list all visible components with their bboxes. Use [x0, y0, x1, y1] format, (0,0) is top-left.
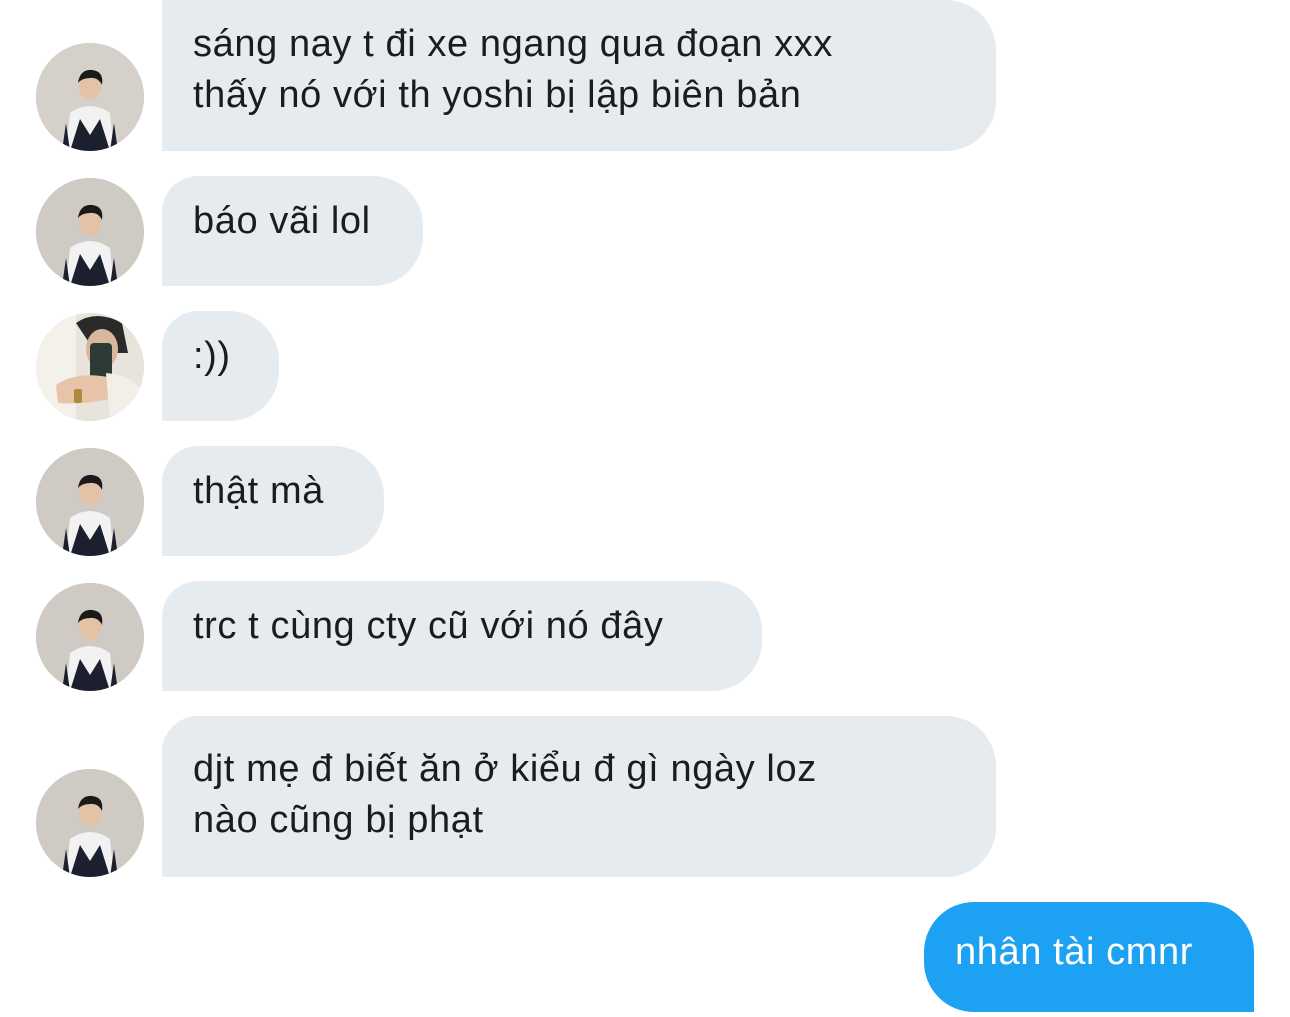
avatar-friend-a[interactable]	[36, 583, 144, 691]
avatar-person-jacket-icon	[36, 583, 144, 691]
message-line: djt mẹ đ biết ăn ở kiểu đ gì ngày loz	[193, 748, 817, 790]
avatar-person-jacket-icon	[36, 43, 144, 151]
avatar-friend-a[interactable]	[36, 448, 144, 556]
avatar-friend-a[interactable]	[36, 769, 144, 877]
message-bubble-incoming[interactable]: báo vãi lol	[162, 176, 423, 286]
message-line: thấy nó với th yoshi bị lập biên bản	[193, 74, 802, 116]
avatar-person-jacket-icon	[36, 178, 144, 286]
avatar-friend-a[interactable]	[36, 178, 144, 286]
message-bubble-outgoing[interactable]: nhân tài cmnr	[924, 902, 1254, 1012]
conversation-thread[interactable]: sáng nay t đi xe ngang qua đoạn xxx thấy…	[0, 0, 1290, 1017]
message-line: báo vãi lol	[193, 200, 371, 242]
avatar-mirror-selfie-icon	[36, 313, 144, 421]
avatar-friend-b[interactable]	[36, 313, 144, 421]
message-line: nào cũng bị phạt	[193, 799, 484, 841]
message-bubble-incoming[interactable]: trc t cùng cty cũ với nó đây	[162, 581, 762, 691]
message-bubble-incoming[interactable]: :))	[162, 311, 279, 421]
avatar-friend-a[interactable]	[36, 43, 144, 151]
message-line: thật mà	[193, 470, 324, 512]
message-bubble-incoming[interactable]: djt mẹ đ biết ăn ở kiểu đ gì ngày loz nà…	[162, 716, 996, 877]
message-bubble-incoming[interactable]: thật mà	[162, 446, 384, 556]
avatar-person-jacket-icon	[36, 448, 144, 556]
message-line: :))	[193, 335, 231, 377]
message-bubble-incoming[interactable]: sáng nay t đi xe ngang qua đoạn xxx thấy…	[162, 0, 996, 151]
message-line: nhân tài cmnr	[955, 931, 1194, 973]
message-line: sáng nay t đi xe ngang qua đoạn xxx	[193, 23, 834, 65]
message-line: trc t cùng cty cũ với nó đây	[193, 605, 664, 647]
avatar-person-jacket-icon	[36, 769, 144, 877]
